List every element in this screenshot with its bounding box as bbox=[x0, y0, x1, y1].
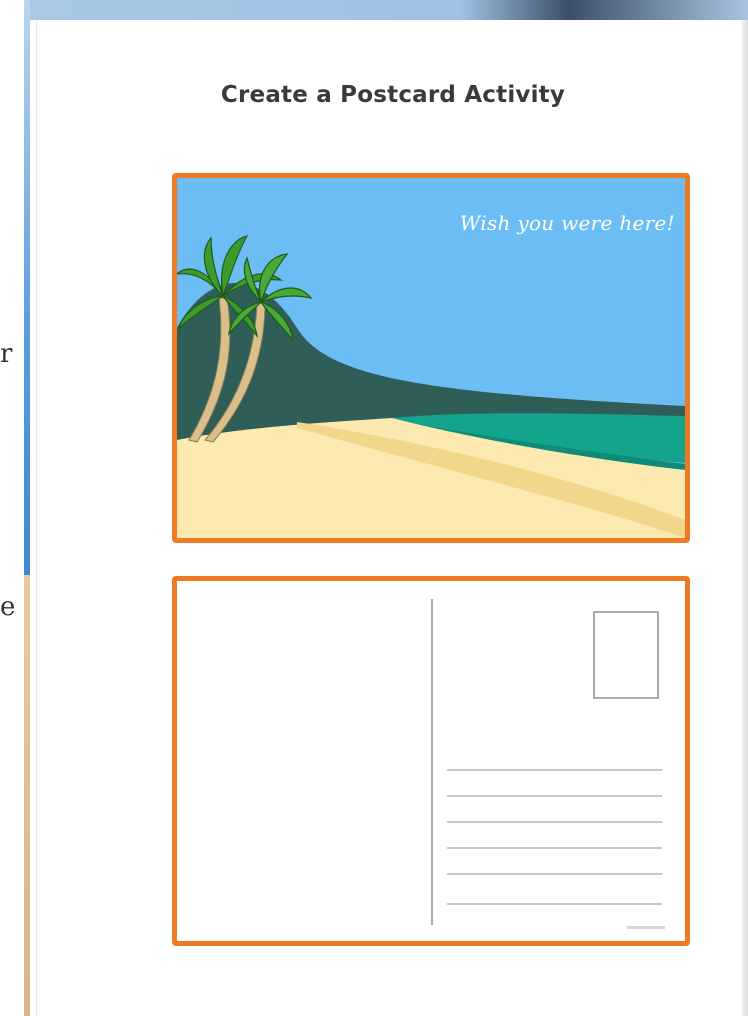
postcard-greeting: Wish you were here! bbox=[459, 211, 675, 235]
address-line[interactable] bbox=[447, 795, 662, 797]
postcard-divider bbox=[431, 599, 433, 925]
address-line[interactable] bbox=[447, 903, 662, 905]
window-top-edge bbox=[30, 0, 748, 20]
neighbour-page-text-fragment: r bbox=[0, 339, 13, 369]
neighbour-page-tan-band bbox=[24, 575, 30, 1016]
neighbour-page-blue-band bbox=[24, 0, 30, 575]
worksheet-page: Create a Postcard Activity Wish you were… bbox=[36, 20, 748, 1016]
document-viewer: r e Create a Postcard Activity Wish you … bbox=[0, 0, 748, 1016]
address-line[interactable] bbox=[447, 847, 662, 849]
page-title: Create a Postcard Activity bbox=[220, 82, 566, 108]
address-line[interactable] bbox=[447, 769, 662, 771]
postcard-back[interactable] bbox=[172, 576, 690, 946]
postcard-front: Wish you were here! bbox=[172, 173, 690, 543]
stamp-box-icon bbox=[593, 611, 659, 699]
address-line[interactable] bbox=[447, 873, 662, 875]
neighbour-page-edge: r e bbox=[0, 0, 30, 1016]
neighbour-page-right-edge bbox=[742, 20, 748, 1016]
address-line[interactable] bbox=[447, 821, 662, 823]
neighbour-page-text-fragment: e bbox=[0, 592, 16, 622]
credit-mark bbox=[627, 926, 665, 929]
